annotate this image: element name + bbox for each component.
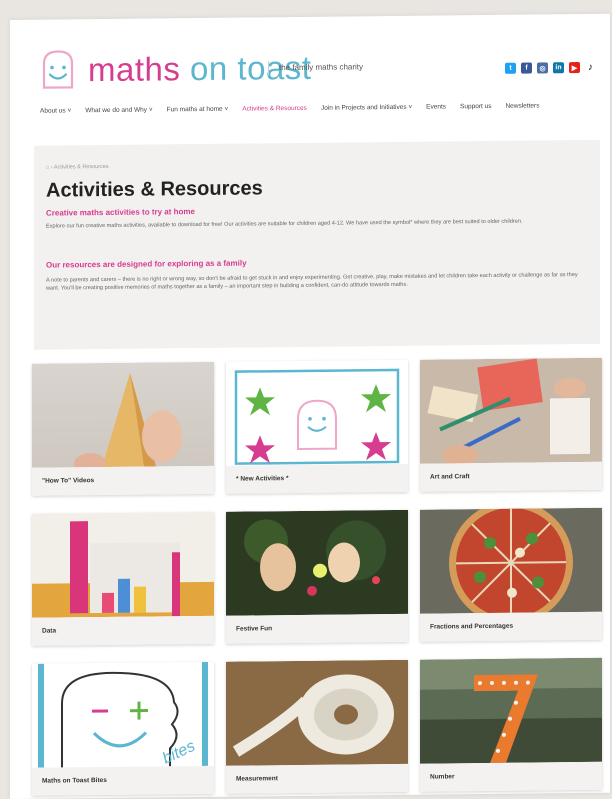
linkedin-icon[interactable]: in [553, 62, 564, 74]
bites-image: bites [32, 661, 214, 768]
nav-item-fun-maths-at-home[interactable]: Fun maths at home ˅ [167, 106, 229, 114]
nav-item-support-us[interactable]: Support us [460, 103, 491, 110]
card-festive-fun[interactable]: Festive Fun [226, 509, 408, 644]
main-nav: About us ˅ What we do and Why ˅ Fun math… [40, 102, 606, 115]
card-label: "How To" Videos [32, 465, 214, 496]
card-art-and-craft[interactable]: Art and Craft [420, 357, 602, 492]
card-label: Art and Craft [420, 461, 602, 492]
nav-item-events[interactable]: Events [426, 103, 446, 110]
nav-item-newsletters[interactable]: Newsletters [505, 102, 539, 109]
social-links: t f ◎ in ▶ ♪ [505, 61, 596, 74]
parents-note-paragraph: A note to parents and carers – there is … [46, 272, 578, 292]
logo-word-maths: maths [88, 49, 191, 88]
card-measurement[interactable]: Measurement [226, 659, 408, 794]
tagline: the family maths charity [268, 60, 364, 76]
card-fractions-percentages[interactable]: Fractions and Percentages [420, 507, 602, 642]
youtube-icon[interactable]: ▶ [569, 62, 580, 74]
card-label: Measurement [226, 763, 408, 794]
card-label: Fractions and Percentages [420, 611, 602, 642]
card-label: * New Activities * [226, 463, 408, 494]
card-how-to-videos[interactable]: "How To" Videos [32, 361, 214, 496]
card-data[interactable]: Data [32, 511, 214, 646]
card-label: Festive Fun [226, 613, 408, 644]
fractions-pizza-image [420, 507, 602, 625]
card-number[interactable]: Number [420, 657, 602, 792]
breadcrumb[interactable]: ⌂ › Activities & Resources [46, 164, 109, 171]
art-and-craft-image [420, 357, 602, 466]
festive-fun-image [226, 509, 408, 616]
toast-logo-icon [36, 47, 80, 91]
subheading-creative: Creative maths activities to try at home [46, 207, 195, 218]
instagram-icon[interactable]: ◎ [537, 62, 548, 74]
card-maths-on-toast-bites[interactable]: bites Maths on Toast Bites [32, 661, 214, 796]
site-header: maths on toast the family maths charity … [10, 14, 610, 140]
page-title: Activities & Resources [46, 177, 263, 202]
nav-item-join-in[interactable]: Join in Projects and Initiatives ˅ [321, 104, 412, 112]
facebook-icon[interactable]: f [521, 62, 532, 74]
data-image [32, 511, 214, 618]
new-activities-image [226, 359, 408, 466]
twitter-icon[interactable]: t [505, 62, 516, 74]
page: maths on toast the family maths charity … [10, 13, 610, 799]
number-image [420, 657, 602, 764]
card-label: Maths on Toast Bites [32, 765, 214, 796]
how-to-videos-image [32, 361, 214, 474]
card-new-activities[interactable]: * New Activities * [226, 359, 408, 494]
subheading-family: Our resources are designed for exploring… [46, 258, 247, 270]
nav-item-what-we-do[interactable]: What we do and Why ˅ [85, 107, 152, 115]
nav-item-activities-resources[interactable]: Activities & Resources [242, 105, 307, 113]
bites-word: bites [160, 738, 198, 768]
card-label: Number [420, 761, 602, 792]
intro-paragraph: Explore our fun creative maths activitie… [46, 218, 523, 230]
intro-panel: ⌂ › Activities & Resources Activities & … [34, 139, 600, 350]
nav-item-about-us[interactable]: About us ˅ [40, 107, 71, 114]
measurement-image [226, 659, 408, 766]
tiktok-icon[interactable]: ♪ [585, 61, 596, 73]
card-label: Data [32, 615, 214, 646]
